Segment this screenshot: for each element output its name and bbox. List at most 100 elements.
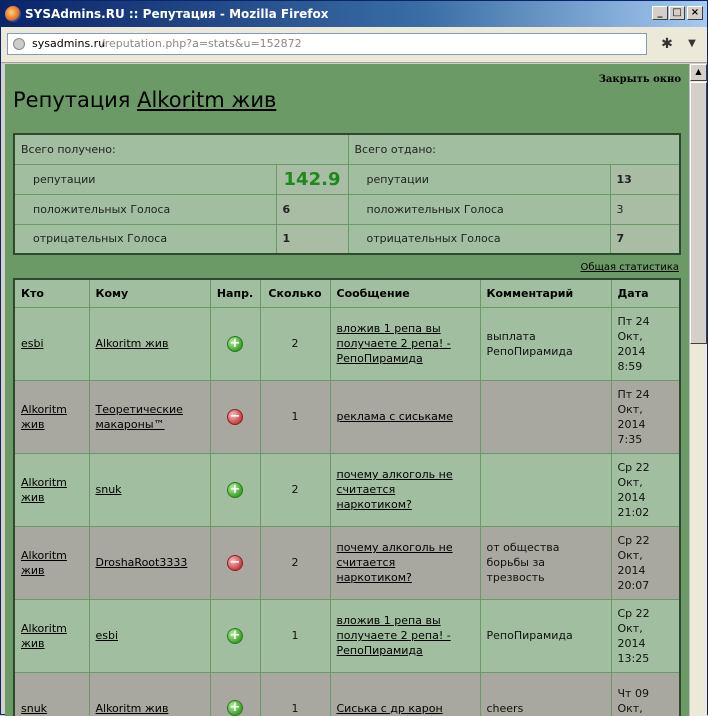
received-rep-value: 142.9 — [275, 163, 349, 195]
message-link[interactable]: почему алкоголь не считается наркотиком? — [337, 468, 453, 511]
scrollbar-thumb[interactable] — [690, 82, 707, 344]
close-button[interactable]: × — [687, 6, 703, 20]
reputation-summary-table: Всего получено: Всего отдано: репутации … — [13, 133, 681, 255]
cell-date: Пт 24 Окт, 2014 8:59 — [610, 306, 681, 381]
cell-comment — [479, 379, 612, 454]
whom-user-link[interactable]: Alkoritm жив — [96, 702, 169, 715]
minus-vote-icon: − — [227, 554, 243, 571]
given-neg-value: 7 — [609, 223, 681, 255]
received-pos-value: 6 — [275, 193, 349, 225]
maximize-button[interactable]: □ — [669, 6, 685, 20]
cell-date: Пт 24 Окт, 2014 7:35 — [610, 379, 681, 454]
cell-who: Alkoritm жив — [13, 598, 90, 673]
cell-amount: 1 — [259, 379, 331, 454]
who-user-link[interactable]: Alkoritm жив — [21, 403, 67, 431]
col-direction: Напр. — [209, 278, 261, 308]
message-link[interactable]: Сиська с др карон — [337, 702, 443, 715]
message-link[interactable]: вложив 1 репа вы получаете 2 репа! - Реп… — [337, 614, 451, 657]
cell-message: реклама с сиськаме — [329, 379, 481, 454]
chevron-down-icon[interactable]: ▼ — [686, 36, 698, 52]
cell-who: Alkoritm жив — [13, 379, 90, 454]
cell-who: Alkoritm жив — [13, 452, 90, 527]
general-stats-link[interactable]: Общая статистика — [580, 262, 679, 273]
who-user-link[interactable]: esbi — [21, 337, 44, 350]
vote-glyph: − — [229, 554, 241, 570]
plus-vote-icon: + — [227, 335, 243, 352]
table-row: esbi Alkoritm жив +2 вложив 1 репа вы получ… — [13, 306, 681, 381]
page-title-prefix: Репутация — [13, 88, 131, 112]
cell-whom: Alkoritm жив — [88, 306, 211, 381]
url-host: sysadmins.ru — [32, 37, 106, 50]
whom-user-link[interactable]: DroshaRoot3333 — [96, 556, 188, 569]
vote-glyph: + — [229, 700, 241, 716]
cell-direction: + — [209, 452, 261, 527]
received-neg-label: отрицательных Голоса — [13, 223, 277, 255]
cell-direction: + — [209, 598, 261, 673]
cell-whom: Теоретические макароны™ — [88, 379, 211, 454]
cell-whom: snuk — [88, 452, 211, 527]
cell-who: snuk — [13, 671, 90, 716]
table-row: Alkoritm жив DroshaRoot3333 − 2 почему алког… — [13, 525, 681, 600]
plus-vote-icon: + — [227, 481, 243, 498]
page-title: Репутация Alkoritm жив — [13, 88, 276, 112]
cell-message: почему алкоголь не считается наркотиком? — [329, 452, 481, 527]
cell-amount: 1 — [259, 671, 331, 716]
whom-user-link[interactable]: snuk — [96, 483, 122, 496]
whom-user-link[interactable]: Теоретические макароны™ — [96, 403, 183, 431]
scroll-up-button[interactable]: ▲ — [690, 64, 707, 81]
table-row: Alkoritm жив esbi +1 вложив 1 репа вы получ… — [13, 598, 681, 673]
given-rep-value: 13 — [609, 163, 681, 195]
cell-date: Ср 22 Окт, 2014 21:02 — [610, 452, 681, 527]
table-row: Alkoritm жив Теоретические макароны™ − 1 рек… — [13, 379, 681, 454]
cell-date: Чт 09 Окт, 2014 — [610, 671, 681, 716]
title-bar[interactable]: SYSAdmins.RU :: Репутация - Mozilla Fire… — [1, 1, 707, 27]
cell-whom: Alkoritm жив — [88, 671, 211, 716]
cell-message: вложив 1 репа вы получаете 2 репа! - Реп… — [329, 306, 481, 381]
message-link[interactable]: реклама с сиськаме — [337, 410, 453, 423]
close-window-link[interactable]: Закрыть окно — [599, 74, 681, 85]
col-who: Кто — [13, 278, 90, 308]
vote-glyph: − — [229, 408, 241, 424]
col-date: Дата — [610, 278, 681, 308]
who-user-link[interactable]: Alkoritm жив — [21, 549, 67, 577]
firefox-icon — [5, 6, 21, 22]
received-header: Всего получено: — [13, 133, 349, 165]
address-bar[interactable]: sysadmins.ru /reputation.php?a=stats&u=1… — [7, 33, 647, 55]
cell-direction: − — [209, 379, 261, 454]
plus-vote-icon: + — [227, 700, 243, 716]
cell-direction: + — [209, 671, 261, 716]
navigation-toolbar: sysadmins.ru /reputation.php?a=stats&u=1… — [1, 27, 707, 63]
who-user-link[interactable]: Alkoritm жив — [21, 476, 67, 504]
addon-icon[interactable]: ✱ — [659, 36, 675, 52]
cell-who: esbi — [13, 306, 90, 381]
cell-amount: 2 — [259, 306, 331, 381]
cell-date: Ср 22 Окт, 2014 20:07 — [610, 525, 681, 600]
cell-date: Ср 22 Окт, 2014 13:25 — [610, 598, 681, 673]
received-neg-value: 1 — [275, 223, 349, 255]
cell-comment — [479, 452, 612, 527]
given-pos-label: положительных Голоса — [347, 193, 611, 225]
col-message: Сообщение — [329, 278, 481, 308]
whom-user-link[interactable]: esbi — [96, 629, 119, 642]
vote-glyph: + — [229, 627, 241, 643]
url-path: /reputation.php?a=stats&u=152872 — [101, 37, 302, 50]
log-rows: esbi Alkoritm жив +2 вложив 1 репа вы получ… — [13, 306, 681, 716]
site-identity-icon[interactable] — [13, 38, 25, 50]
vertical-scrollbar[interactable]: ▲ — [689, 64, 707, 716]
whom-user-link[interactable]: Alkoritm жив — [96, 337, 169, 350]
minimize-button[interactable]: _ — [652, 6, 668, 20]
vote-glyph: + — [229, 481, 241, 497]
who-user-link[interactable]: snuk — [21, 702, 47, 715]
cell-whom: DroshaRoot3333 — [88, 525, 211, 600]
window-title: SYSAdmins.RU :: Репутация - Mozilla Fire… — [25, 7, 329, 21]
col-whom: Кому — [88, 278, 211, 308]
message-link[interactable]: вложив 1 репа вы получаете 2 репа! - Реп… — [337, 322, 451, 365]
user-profile-link[interactable]: Alkoritm жив — [137, 88, 276, 112]
cell-comment: РепоПирамида — [479, 598, 612, 673]
message-link[interactable]: почему алкоголь не считается наркотиком? — [337, 541, 453, 584]
who-user-link[interactable]: Alkoritm жив — [21, 622, 67, 650]
vote-glyph: + — [229, 335, 241, 351]
cell-message: вложив 1 репа вы получаете 2 репа! - Реп… — [329, 598, 481, 673]
given-rep-label: репутации — [347, 163, 611, 195]
plus-vote-icon: + — [227, 627, 243, 644]
